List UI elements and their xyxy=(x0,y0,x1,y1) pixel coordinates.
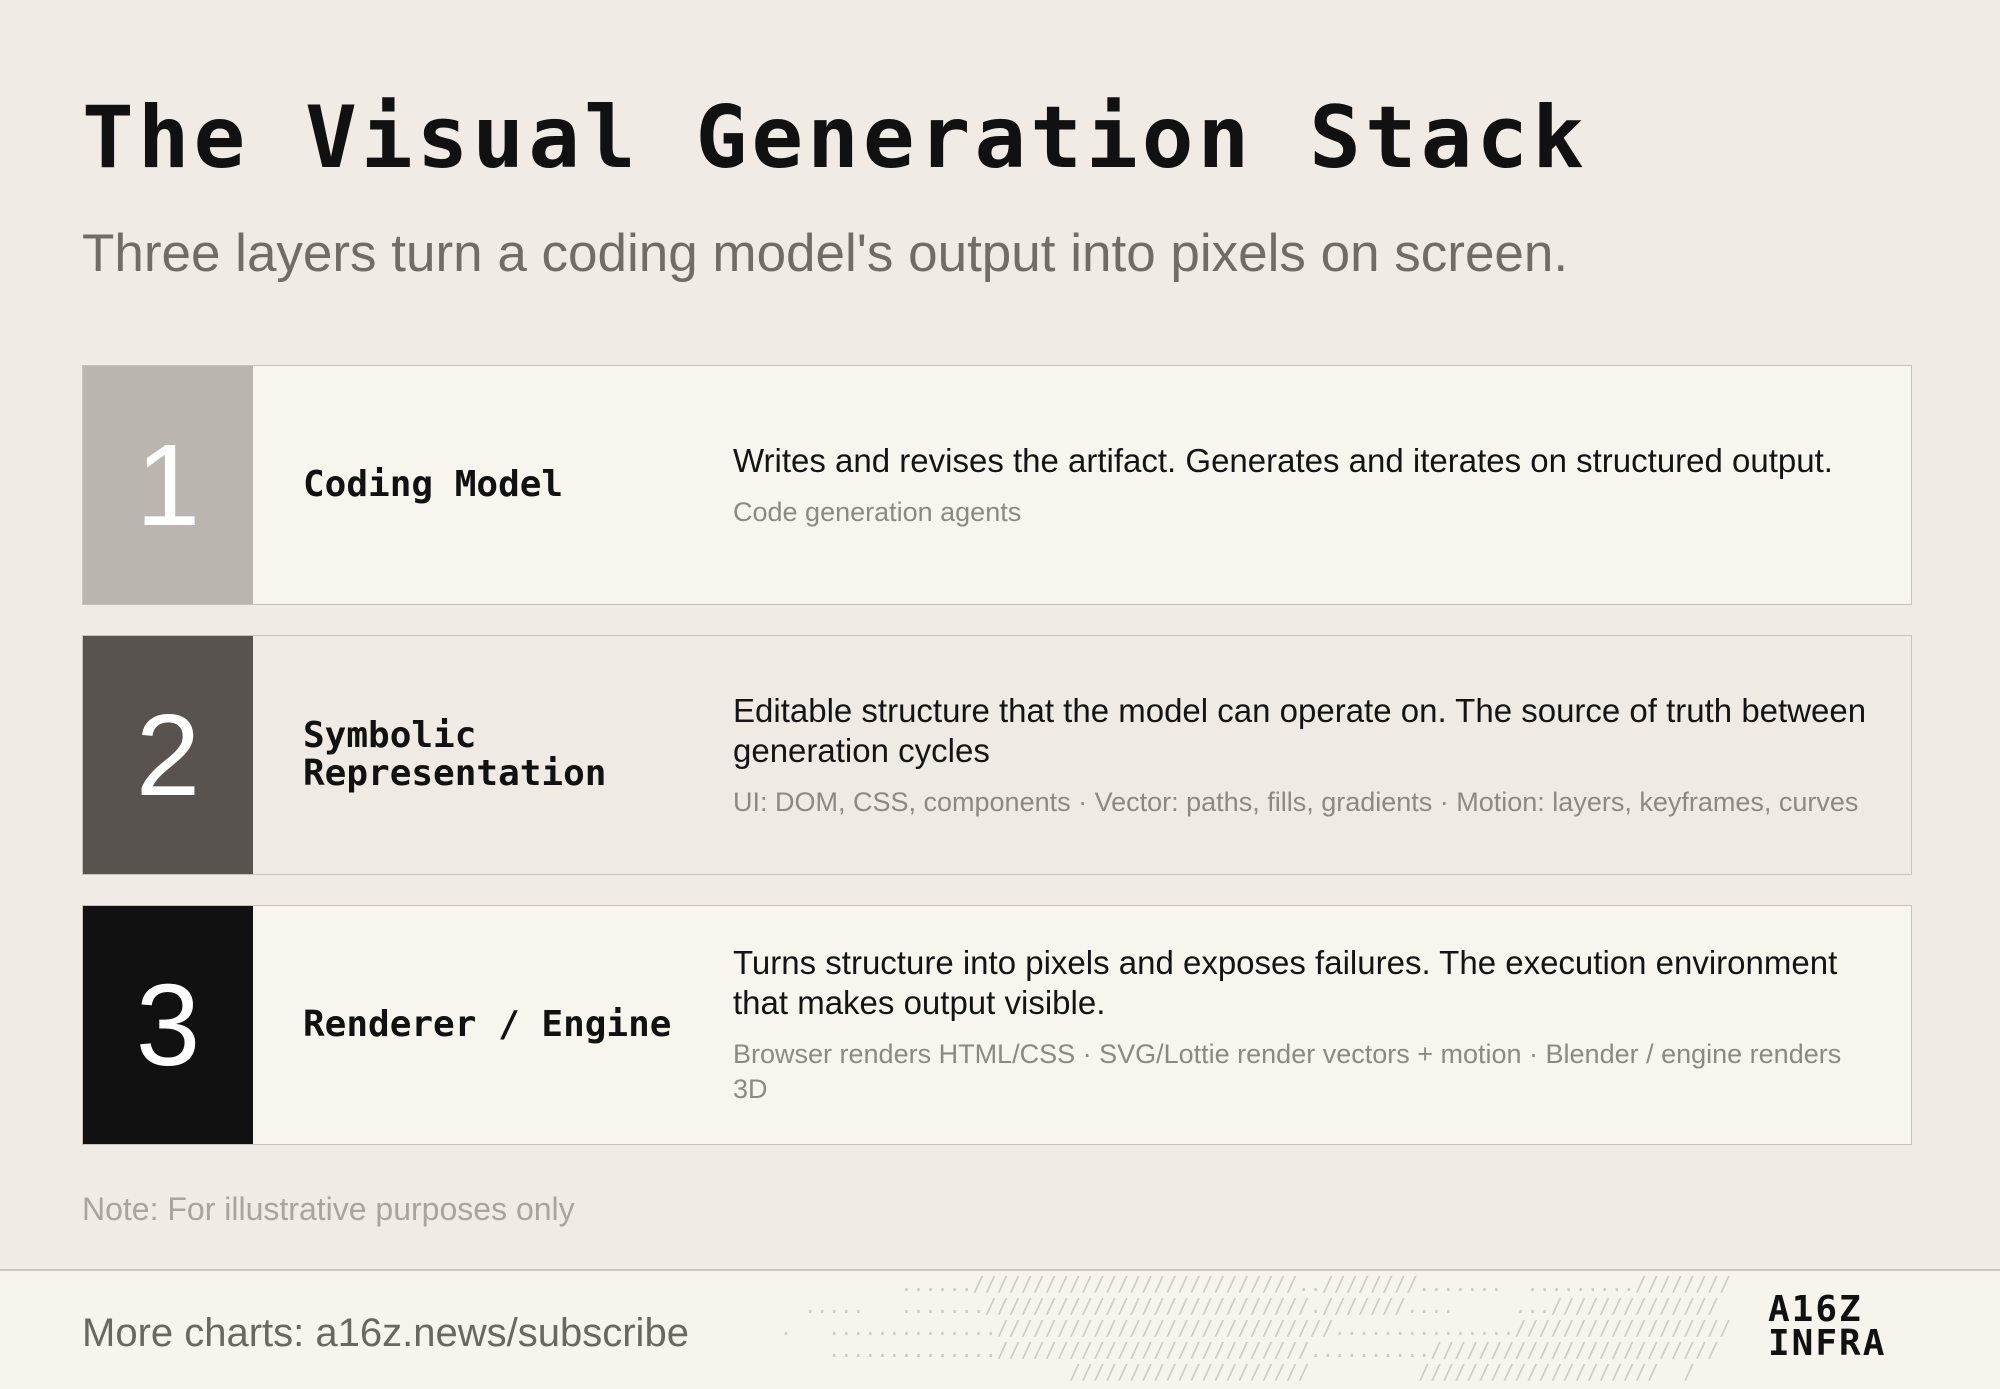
decorative-slash-pattern: ......///////////////////////////../////… xyxy=(780,1273,1732,1384)
layer-examples: Browser renders HTML/CSS · SVG/Lottie re… xyxy=(733,1039,1842,1104)
layer-name: Symbolic Representation xyxy=(303,715,607,794)
page-title: The Visual Generation Stack xyxy=(82,88,1588,188)
layer-description-group: Editable structure that the model can op… xyxy=(733,636,1883,874)
layer-description: Turns structure into pixels and exposes … xyxy=(733,944,1838,1021)
layer-number: 1 xyxy=(83,366,253,604)
layer-examples: Code generation agents xyxy=(733,496,1022,527)
page-subtitle: Three layers turn a coding model's outpu… xyxy=(82,224,1569,283)
logo-line-2: INFRA xyxy=(1768,1323,1887,1364)
subscribe-link[interactable]: More charts: a16z.news/subscribe xyxy=(82,1309,689,1357)
footnote: Note: For illustrative purposes only xyxy=(82,1191,575,1227)
layer-row-symbolic-representation: 2 Symbolic Representation Editable struc… xyxy=(82,635,1912,875)
layer-name: Renderer / Engine xyxy=(303,1004,672,1045)
layer-description: Writes and revises the artifact. Generat… xyxy=(733,441,1833,479)
layer-description-group: Writes and revises the artifact. Generat… xyxy=(733,366,1883,604)
layer-row-renderer-engine: 3 Renderer / Engine Turns structure into… xyxy=(82,905,1912,1145)
layer-number: 2 xyxy=(83,636,253,874)
layer-name: Coding Model xyxy=(303,464,564,505)
layer-row-coding-model: 1 Coding Model Writes and revises the ar… xyxy=(82,365,1912,605)
a16z-infra-logo: A16Z INFRA xyxy=(1768,1289,1887,1364)
layer-description: Editable structure that the model can op… xyxy=(733,691,1867,769)
layer-examples: UI: DOM, CSS, components · Vector: paths… xyxy=(733,786,1859,817)
layer-number: 3 xyxy=(83,906,253,1144)
layer-description-group: Turns structure into pixels and exposes … xyxy=(733,906,1883,1144)
logo-line-1: A16Z xyxy=(1768,1289,1863,1330)
footer-bar: More charts: a16z.news/subscribe ....../… xyxy=(0,1269,2000,1389)
